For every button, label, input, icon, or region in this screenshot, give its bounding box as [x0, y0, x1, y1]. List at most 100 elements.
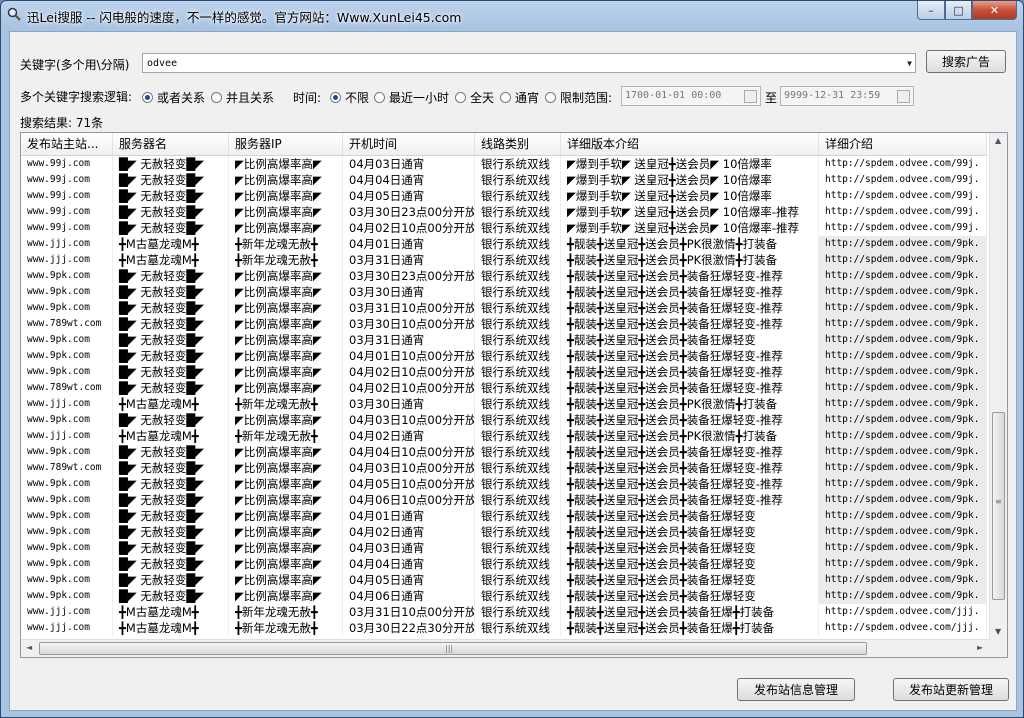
keyword-combobox[interactable]: odvee ▼	[142, 53, 916, 73]
cell-line-type: 银行系统双线	[475, 156, 561, 172]
table-row[interactable]: www.9pk.com █◤ 无赦轻变█◤ ◤比例高爆率高◤ 04月03日通宵 银行系统…	[21, 540, 987, 556]
cell-open-time: 03月30日通宵	[343, 396, 475, 412]
date-to-picker[interactable]: 9999-12-31 23:59	[780, 86, 914, 106]
column-header-line-type[interactable]: 线路类别	[475, 133, 561, 155]
cell-open-time: 04月02日10点00分开放	[343, 380, 475, 396]
column-header-server-ip[interactable]: 服务器IP	[229, 133, 343, 155]
table-row[interactable]: www.9pk.com █◤ 无赦轻变█◤ ◤比例高爆率高◤ 04月02日10点00分…	[21, 364, 987, 380]
table-row[interactable]: www.jjj.com ╋M古墓龙魂M╋ ╋新年龙魂无赦╋ 03月31日10点00分开…	[21, 604, 987, 620]
calendar-icon[interactable]	[897, 90, 910, 103]
table-row[interactable]: www.789wt.com █◤ 无赦轻变█◤ ◤比例高爆率高◤ 03月30日10点0…	[21, 316, 987, 332]
table-row[interactable]: www.99j.com █◤ 无赦轻变█◤ ◤比例高爆率高◤ 04月02日10点00分…	[21, 220, 987, 236]
table-row[interactable]: www.99j.com █◤ 无赦轻变█◤ ◤比例高爆率高◤ 04月03日通宵 银行系统…	[21, 156, 987, 172]
table-row[interactable]: www.9pk.com █◤ 无赦轻变█◤ ◤比例高爆率高◤ 04月02日通宵 银行系统…	[21, 524, 987, 540]
radio-time-all-day[interactable]: 全天	[455, 89, 494, 106]
table-row[interactable]: www.9pk.com █◤ 无赦轻变█◤ ◤比例高爆率高◤ 04月04日通宵 银行系统…	[21, 556, 987, 572]
table-row[interactable]: www.9pk.com █◤ 无赦轻变█◤ ◤比例高爆率高◤ 04月06日10点00分…	[21, 492, 987, 508]
cell-server-ip: ◤比例高爆率高◤	[229, 364, 343, 380]
table-row[interactable]: www.99j.com █◤ 无赦轻变█◤ ◤比例高爆率高◤ 04月04日通宵 银行系统…	[21, 172, 987, 188]
table-row[interactable]: www.9pk.com █◤ 无赦轻变█◤ ◤比例高爆率高◤ 04月04日10点00分…	[21, 444, 987, 460]
maximize-button[interactable]: □	[945, 1, 972, 20]
client-area: 关键字(多个用\分隔) odvee ▼ 搜索广告 多个关键字搜索逻辑: 或者关系…	[9, 31, 1017, 711]
table-row[interactable]: www.9pk.com █◤ 无赦轻变█◤ ◤比例高爆率高◤ 03月30日通宵 银行系统…	[21, 284, 987, 300]
table-row[interactable]: www.9pk.com █◤ 无赦轻变█◤ ◤比例高爆率高◤ 04月06日通宵 银行系统…	[21, 588, 987, 604]
table-row[interactable]: www.jjj.com ╋M古墓龙魂M╋ ╋新年龙魂无赦╋ 04月01日通宵 银行系统双…	[21, 236, 987, 252]
scroll-down-icon[interactable]: ▼	[995, 627, 1001, 636]
radio-time-range[interactable]: 限制范围:	[545, 89, 612, 106]
radio-time-last-hour[interactable]: 最近一小时	[374, 89, 449, 106]
table-row[interactable]: www.789wt.com █◤ 无赦轻变█◤ ◤比例高爆率高◤ 04月02日10点0…	[21, 380, 987, 396]
site-info-manage-button[interactable]: 发布站信息管理	[737, 678, 855, 701]
horizontal-scrollbar[interactable]: ◄ ||| ►	[21, 639, 990, 657]
vertical-scroll-thumb[interactable]: ≡	[992, 412, 1005, 600]
table-row[interactable]: www.9pk.com █◤ 无赦轻变█◤ ◤比例高爆率高◤ 03月31日通宵 银行系统…	[21, 332, 987, 348]
cell-version: ╋靓装╋送皇冠╋送会员╋装备狂爆轻变-推荐	[561, 476, 819, 492]
cell-version: ╋靓装╋送皇冠╋送会员╋装备狂爆轻变-推荐	[561, 348, 819, 364]
column-header-open-time[interactable]: 开机时间	[343, 133, 475, 155]
close-button[interactable]: ✕	[972, 1, 1017, 20]
cell-detail: http://spdem.odvee.com/9pk.	[819, 556, 987, 572]
cell-line-type: 银行系统双线	[475, 380, 561, 396]
radio-time-any[interactable]: 不限	[330, 89, 369, 106]
cell-line-type: 银行系统双线	[475, 252, 561, 268]
table-row[interactable]: www.99j.com █◤ 无赦轻变█◤ ◤比例高爆率高◤ 04月05日通宵 银行系统…	[21, 188, 987, 204]
cell-server-ip: ╋新年龙魂无赦╋	[229, 236, 343, 252]
radio-time-overnight[interactable]: 通宵	[500, 89, 539, 106]
table-row[interactable]: www.jjj.com ╋M古墓龙魂M╋ ╋新年龙魂无赦╋ 03月30日通宵 银行系统双…	[21, 396, 987, 412]
table-row[interactable]: www.9pk.com █◤ 无赦轻变█◤ ◤比例高爆率高◤ 04月01日通宵 银行系统…	[21, 508, 987, 524]
table-row[interactable]: www.jjj.com ╋M古墓龙魂M╋ ╋新年龙魂无赦╋ 03月31日通宵 银行系统双…	[21, 252, 987, 268]
window-title: 迅Lei搜服 -- 闪电般的速度，不一样的感觉。官方网站：Www.XunLei4…	[27, 10, 462, 25]
cell-site: www.jjj.com	[21, 252, 113, 268]
horizontal-scroll-thumb[interactable]: |||	[39, 642, 867, 655]
cell-open-time: 03月31日10点00分开放	[343, 300, 475, 316]
cell-server-name: █◤ 无赦轻变█◤	[113, 268, 229, 284]
cell-line-type: 银行系统双线	[475, 396, 561, 412]
cell-site: www.9pk.com	[21, 332, 113, 348]
table-row[interactable]: www.jjj.com ╋M古墓龙魂M╋ ╋新年龙魂无赦╋ 03月30日22点30分开…	[21, 620, 987, 636]
scroll-left-icon[interactable]: ◄	[26, 643, 32, 652]
cell-version: ◤爆到手软◤ 送皇冠╋送会员◤ 10倍爆率-推荐	[561, 204, 819, 220]
scroll-up-icon[interactable]: ▲	[995, 136, 1001, 145]
cell-server-ip: ◤比例高爆率高◤	[229, 572, 343, 588]
cell-site: www.jjj.com	[21, 428, 113, 444]
table-row[interactable]: www.9pk.com █◤ 无赦轻变█◤ ◤比例高爆率高◤ 03月30日23点00分…	[21, 268, 987, 284]
cell-open-time: 03月31日通宵	[343, 332, 475, 348]
vertical-scrollbar[interactable]: ▲ ≡ ▼	[989, 133, 1007, 640]
column-header-server-name[interactable]: 服务器名	[113, 133, 229, 155]
column-header-detail[interactable]: 详细介绍	[819, 133, 987, 155]
cell-server-ip: ◤比例高爆率高◤	[229, 268, 343, 284]
title-bar[interactable]: 迅Lei搜服 -- 闪电般的速度，不一样的感觉。官方网站：Www.XunLei4…	[1, 1, 1023, 29]
cell-site: www.9pk.com	[21, 556, 113, 572]
cell-version: ╋靓装╋送皇冠╋送会员╋装备狂爆╋打装备	[561, 620, 819, 636]
cell-detail: http://spdem.odvee.com/9pk.	[819, 300, 987, 316]
calendar-icon[interactable]	[744, 90, 757, 103]
caption-buttons: – □ ✕	[917, 1, 1017, 20]
radio-or[interactable]: 或者关系	[142, 89, 205, 106]
table-row[interactable]: www.9pk.com █◤ 无赦轻变█◤ ◤比例高爆率高◤ 04月01日10点00分…	[21, 348, 987, 364]
site-update-manage-button[interactable]: 发布站更新管理	[893, 678, 1009, 701]
cell-detail: http://spdem.odvee.com/9pk.	[819, 316, 987, 332]
cell-open-time: 04月06日通宵	[343, 588, 475, 604]
table-row[interactable]: www.9pk.com █◤ 无赦轻变█◤ ◤比例高爆率高◤ 04月05日10点00分…	[21, 476, 987, 492]
scroll-right-icon[interactable]: ►	[977, 643, 983, 652]
table-row[interactable]: www.9pk.com █◤ 无赦轻变█◤ ◤比例高爆率高◤ 03月31日10点00分…	[21, 300, 987, 316]
date-from-picker[interactable]: 1700-01-01 00:00	[621, 86, 761, 106]
table-row[interactable]: www.jjj.com ╋M古墓龙魂M╋ ╋新年龙魂无赦╋ 04月02日通宵 银行系统双…	[21, 428, 987, 444]
radio-and[interactable]: 并且关系	[211, 89, 274, 106]
cell-version: ╋靓装╋送皇冠╋送会员╋装备狂爆轻变	[561, 508, 819, 524]
table-row[interactable]: www.9pk.com █◤ 无赦轻变█◤ ◤比例高爆率高◤ 04月03日10点00分…	[21, 412, 987, 428]
chevron-down-icon[interactable]: ▼	[907, 54, 912, 74]
minimize-button[interactable]: –	[917, 1, 945, 20]
table-row[interactable]: www.789wt.com █◤ 无赦轻变█◤ ◤比例高爆率高◤ 04月03日10点0…	[21, 460, 987, 476]
cell-detail: http://spdem.odvee.com/9pk.	[819, 428, 987, 444]
cell-site: www.9pk.com	[21, 476, 113, 492]
table-row[interactable]: www.9pk.com █◤ 无赦轻变█◤ ◤比例高爆率高◤ 04月05日通宵 银行系统…	[21, 572, 987, 588]
cell-version: ╋靓装╋送皇冠╋送会员╋装备狂爆轻变	[561, 540, 819, 556]
cell-line-type: 银行系统双线	[475, 300, 561, 316]
column-header-version[interactable]: 详细版本介绍	[561, 133, 819, 155]
table-row[interactable]: www.99j.com █◤ 无赦轻变█◤ ◤比例高爆率高◤ 03月30日23点00分…	[21, 204, 987, 220]
cell-version: ╋靓装╋送皇冠╋送会员╋装备狂爆轻变	[561, 588, 819, 604]
search-ads-button[interactable]: 搜索广告	[926, 50, 1006, 73]
column-header-site[interactable]: 发布站主站...	[21, 133, 113, 155]
cell-line-type: 银行系统双线	[475, 476, 561, 492]
